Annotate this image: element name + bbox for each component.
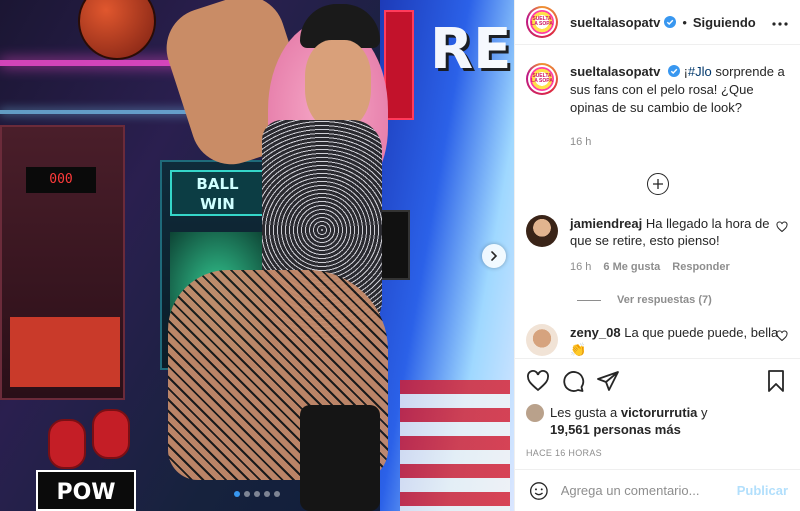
avatar[interactable] [526, 215, 558, 247]
avatar[interactable]: SUELTA LA SOPA [526, 6, 558, 38]
basketball [78, 0, 156, 60]
liker-avatar[interactable] [526, 404, 544, 422]
avatar-logo: SUELTA LA SOPA [530, 10, 554, 34]
heart-icon[interactable] [776, 330, 788, 342]
comments-scroll-area[interactable]: SUELTA LA SOPA sueltalasopatv ¡#Jlo sorp… [515, 45, 800, 358]
reply-button[interactable]: Responder [672, 259, 729, 276]
post-image[interactable]: 000 BALL WIN RED POW [0, 0, 514, 511]
boxing-glove [92, 409, 130, 459]
boxing-glove [48, 419, 86, 469]
post-caption: SUELTA LA SOPA sueltalasopatv ¡#Jlo sorp… [515, 45, 800, 151]
plus-icon [652, 179, 663, 189]
heart-icon[interactable] [776, 221, 788, 233]
likes-count[interactable]: 19,561 personas más [550, 422, 681, 437]
verified-badge-icon [664, 16, 677, 28]
comment-item: jamiendreaj Ha llegado la hora de que se… [515, 215, 800, 276]
publish-button[interactable]: Publicar [737, 483, 788, 498]
post-side-panel: SUELTA LA SOPA sueltalasopatv • Siguiend… [514, 0, 800, 511]
boxing-gloves [48, 405, 138, 475]
coin-panel [380, 210, 410, 280]
comment-input[interactable] [560, 483, 737, 498]
avatar[interactable] [526, 324, 558, 356]
carousel-dots [0, 491, 514, 497]
post-actions: Les gusta a victorurrutia y 19,561 perso… [515, 358, 800, 458]
more-horizontal-icon[interactable] [772, 17, 788, 27]
view-replies-label: Ver respuestas (7) [617, 294, 712, 306]
post-age: HACE 16 HORAS [526, 448, 602, 458]
arcade-score: 000 [26, 167, 96, 193]
emoji-icon[interactable] [529, 480, 549, 502]
header-username[interactable]: sueltalasopatv [570, 15, 660, 30]
post-header: SUELTA LA SOPA sueltalasopatv • Siguiend… [515, 0, 800, 45]
comment-item: zeny_08 La que puede puede, bella 👏 [515, 324, 800, 358]
likes-prefix: Les gusta a [550, 405, 618, 420]
replies-line [577, 299, 601, 301]
comment-icon[interactable] [561, 369, 585, 393]
load-more-comments-button[interactable] [646, 173, 669, 195]
share-icon[interactable] [596, 369, 620, 393]
carousel-dot [244, 491, 250, 497]
instagram-post: 000 BALL WIN RED POW [0, 0, 800, 511]
likes-user[interactable]: victorurrutia [621, 405, 698, 420]
carousel-dot [264, 491, 270, 497]
ball-win-line2: WIN [200, 195, 235, 213]
ball-win-line1: BALL [196, 175, 239, 193]
figure-face [305, 40, 371, 130]
caption-time: 16 h [570, 136, 592, 148]
arcade-machine: 000 [0, 125, 125, 400]
cabinet-graphic-text: RED [430, 17, 514, 82]
comment-likes[interactable]: 6 Me gusta [603, 259, 660, 276]
bookmark-icon[interactable] [764, 369, 788, 393]
carousel-next-button[interactable] [482, 244, 506, 268]
carousel-dot [274, 491, 280, 497]
avatar-logo: SUELTA LA SOPA [530, 67, 554, 91]
chevron-right-icon [491, 251, 498, 261]
heart-icon[interactable] [526, 369, 550, 393]
arcade-base [10, 317, 120, 387]
avatar[interactable]: SUELTA LA SOPA [526, 63, 558, 95]
comment-time: 16 h [570, 261, 592, 273]
separator-dot: • [682, 14, 687, 30]
red-panel [384, 10, 414, 120]
ball-win-sign: BALL WIN [170, 170, 265, 216]
following-button[interactable]: Siguiendo [693, 15, 756, 30]
likes-summary: Les gusta a victorurrutia y 19,561 perso… [526, 404, 788, 438]
likes-suffix: y [697, 405, 708, 420]
carousel-dot [254, 491, 260, 497]
comment-username[interactable]: zeny_08 [570, 325, 621, 340]
carousel-dot [234, 491, 240, 497]
comment-username[interactable]: jamiendreaj [570, 216, 642, 231]
add-comment-bar: Publicar [515, 469, 800, 511]
verified-badge-icon [667, 65, 680, 77]
view-replies-button[interactable]: Ver respuestas (7) [577, 294, 800, 306]
caption-username[interactable]: sueltalasopatv [570, 64, 660, 79]
caption-hashtag[interactable]: #Jlo [688, 64, 712, 79]
